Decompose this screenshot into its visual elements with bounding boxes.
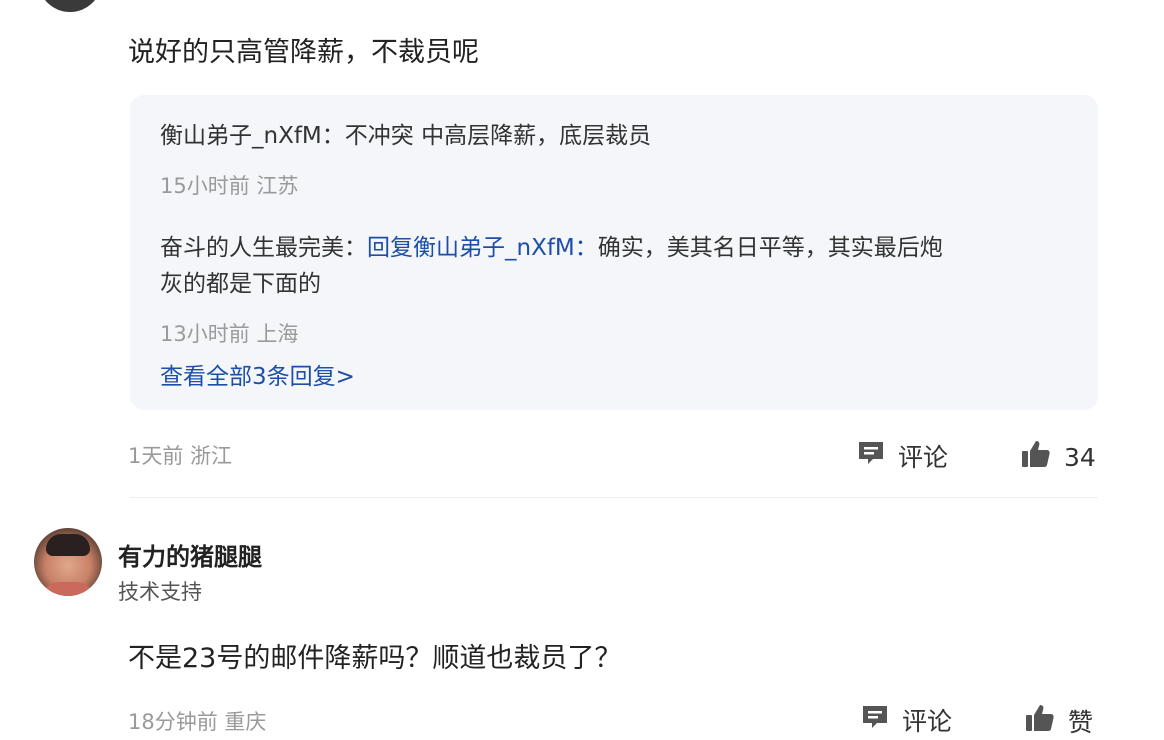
comment-button[interactable]: 评论 <box>860 702 952 738</box>
reply-author[interactable]: 衡山弟子_nXfM： <box>160 123 345 149</box>
comment-text: 不是23号的邮件降薪吗？顺道也裁员了？ <box>128 643 622 674</box>
avatar[interactable] <box>38 0 102 12</box>
reply-text: 不冲突 中高层降薪，底层裁员 <box>344 123 652 149</box>
username[interactable]: 有力的猪腿腿 <box>118 537 262 572</box>
comment-label: 评论 <box>898 443 949 472</box>
like-button[interactable]: 赞 <box>1024 702 1093 740</box>
reply-meta: 13小时前 上海 <box>160 322 299 346</box>
comment-meta: 18分钟前 重庆 <box>128 710 267 734</box>
comment-meta: 1天前 浙江 <box>128 444 233 468</box>
comment-icon <box>860 702 890 738</box>
reply-text: 确实，美其名日平等，其实最后炮 <box>597 235 943 261</box>
reply-meta: 15小时前 江苏 <box>160 174 299 198</box>
comment-icon <box>856 438 886 474</box>
comment-label: 评论 <box>902 707 953 736</box>
like-label: 赞 <box>1068 708 1094 737</box>
reply-item: 衡山弟子_nXfM：不冲突 中高层降薪，底层裁员 <box>160 116 651 150</box>
thumbs-up-icon <box>1024 702 1056 740</box>
reply-to-link[interactable]: 回复衡山弟子_nXfM： <box>367 235 598 261</box>
thumbs-up-icon <box>1020 438 1052 476</box>
comment-text: 说好的只高管降薪，不裁员呢 <box>128 37 479 68</box>
like-count: 34 <box>1064 442 1096 472</box>
like-button[interactable]: 34 <box>1020 438 1096 476</box>
comment-button[interactable]: 评论 <box>856 438 948 474</box>
divider <box>130 497 1098 498</box>
reply-item: 奋斗的人生最完美：回复衡山弟子_nXfM：确实，美其名日平等，其实最后炮 <box>160 228 943 262</box>
reply-text-continued: 灰的都是下面的 <box>160 271 321 297</box>
avatar[interactable] <box>34 528 102 596</box>
user-title: 技术支持 <box>118 580 202 604</box>
view-all-replies-link[interactable]: 查看全部3条回复> <box>160 357 355 391</box>
reply-author[interactable]: 奋斗的人生最完美： <box>160 235 367 261</box>
